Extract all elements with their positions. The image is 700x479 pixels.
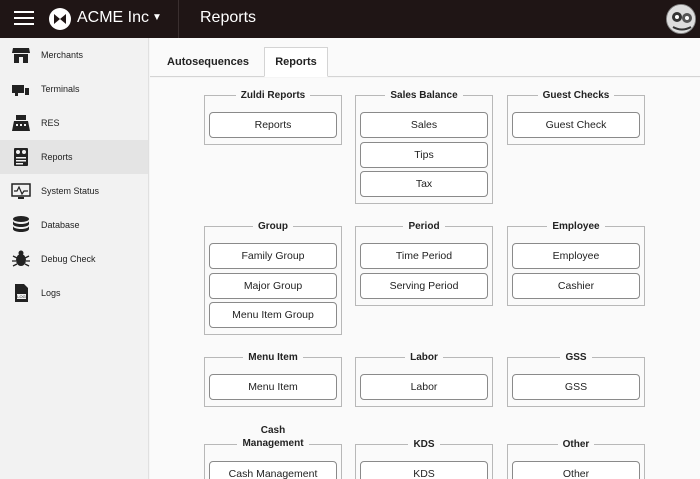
sidebar-item-label: Logs [41,288,61,298]
company-selector[interactable]: ACME Inc ▼ [77,9,162,27]
company-name: ACME Inc [77,9,150,26]
monitor-icon [11,181,31,201]
group-gss: GSS GSS [507,351,645,407]
guest-check-button[interactable]: Guest Check [512,112,640,138]
sidebar-item-debug-check[interactable]: Debug Check [0,242,148,276]
tax-button[interactable]: Tax [360,171,488,197]
bug-icon [11,249,31,269]
labor-button[interactable]: Labor [360,374,488,400]
svg-text:LOG: LOG [17,294,25,299]
reports-button[interactable]: Reports [209,112,337,138]
group-zuldi-reports: Zuldi Reports Reports [204,89,342,145]
tips-button[interactable]: Tips [360,142,488,168]
storefront-icon [11,45,31,65]
group-group: Group Family Group Major Group Menu Item… [204,220,342,335]
group-title: GSS [508,351,644,364]
gss-button[interactable]: GSS [512,374,640,400]
log-icon: LOG [11,283,31,303]
sidebar-item-label: Merchants [41,50,84,60]
hamburger-menu-icon[interactable] [14,11,34,27]
serving-period-button[interactable]: Serving Period [360,273,488,299]
sidebar-item-label: Debug Check [41,254,96,264]
caret-down-icon: ▼ [152,12,162,23]
sidebar-item-logs[interactable]: LOG Logs [0,276,148,310]
top-bar: ACME Inc ▼ Reports [0,0,700,38]
tab-bar: Autosequences Reports [150,38,700,77]
time-period-button[interactable]: Time Period [360,243,488,269]
menu-item-button[interactable]: Menu Item [209,374,337,400]
group-title: Other [508,438,644,451]
sidebar-item-merchants[interactable]: Merchants [0,38,148,72]
group-title: Cash Management [205,424,341,450]
company-logo-icon [49,8,71,30]
group-title: Period [356,220,492,233]
sidebar-item-label: System Status [41,186,100,196]
group-title: Zuldi Reports [205,89,341,102]
group-labor: Labor Labor [355,351,493,407]
header-divider [178,0,179,38]
reports-icon [11,147,31,167]
sidebar-item-system-status[interactable]: System Status [0,174,148,208]
register-icon [11,113,31,133]
group-menu-item: Menu Item Menu Item [204,351,342,407]
group-title: KDS [356,438,492,451]
group-other: Other Other [507,438,645,479]
page-title: Reports [200,9,257,26]
sidebar-item-label: Database [41,220,80,230]
group-title: Guest Checks [508,89,644,102]
sidebar-item-label: Terminals [41,84,80,94]
sidebar: Merchants Terminals RES Reports System S… [0,38,149,479]
group-kds: KDS KDS [355,438,493,479]
sales-button[interactable]: Sales [360,112,488,138]
sidebar-item-terminals[interactable]: Terminals [0,72,148,106]
reports-panel: Zuldi Reports Reports Sales Balance Sale… [150,78,700,479]
group-title: Sales Balance [356,89,492,102]
tab-autosequences[interactable]: Autosequences [158,47,258,77]
tab-reports[interactable]: Reports [264,47,328,77]
group-employee: Employee Employee Cashier [507,220,645,306]
group-sales-balance: Sales Balance Sales Tips Tax [355,89,493,204]
group-guest-checks: Guest Checks Guest Check [507,89,645,145]
group-title: Menu Item [205,351,341,364]
other-button[interactable]: Other [512,461,640,479]
cash-management-button[interactable]: Cash Management [209,461,337,479]
sidebar-item-res[interactable]: RES [0,106,148,140]
user-avatar[interactable] [666,4,696,34]
group-title: Employee [508,220,644,233]
sidebar-item-reports[interactable]: Reports [0,140,148,174]
sidebar-item-label: Reports [41,152,73,162]
group-title: Labor [356,351,492,364]
major-group-button[interactable]: Major Group [209,273,337,299]
cashier-button[interactable]: Cashier [512,273,640,299]
terminal-icon [11,79,31,99]
employee-button[interactable]: Employee [512,243,640,269]
group-title: Group [205,220,341,233]
menu-item-group-button[interactable]: Menu Item Group [209,302,337,328]
sidebar-item-database[interactable]: Database [0,208,148,242]
database-icon [11,215,31,235]
kds-button[interactable]: KDS [360,461,488,479]
family-group-button[interactable]: Family Group [209,243,337,269]
group-cash-management: Cash Management Cash Management [204,424,342,479]
sidebar-item-label: RES [41,118,60,128]
group-period: Period Time Period Serving Period [355,220,493,306]
